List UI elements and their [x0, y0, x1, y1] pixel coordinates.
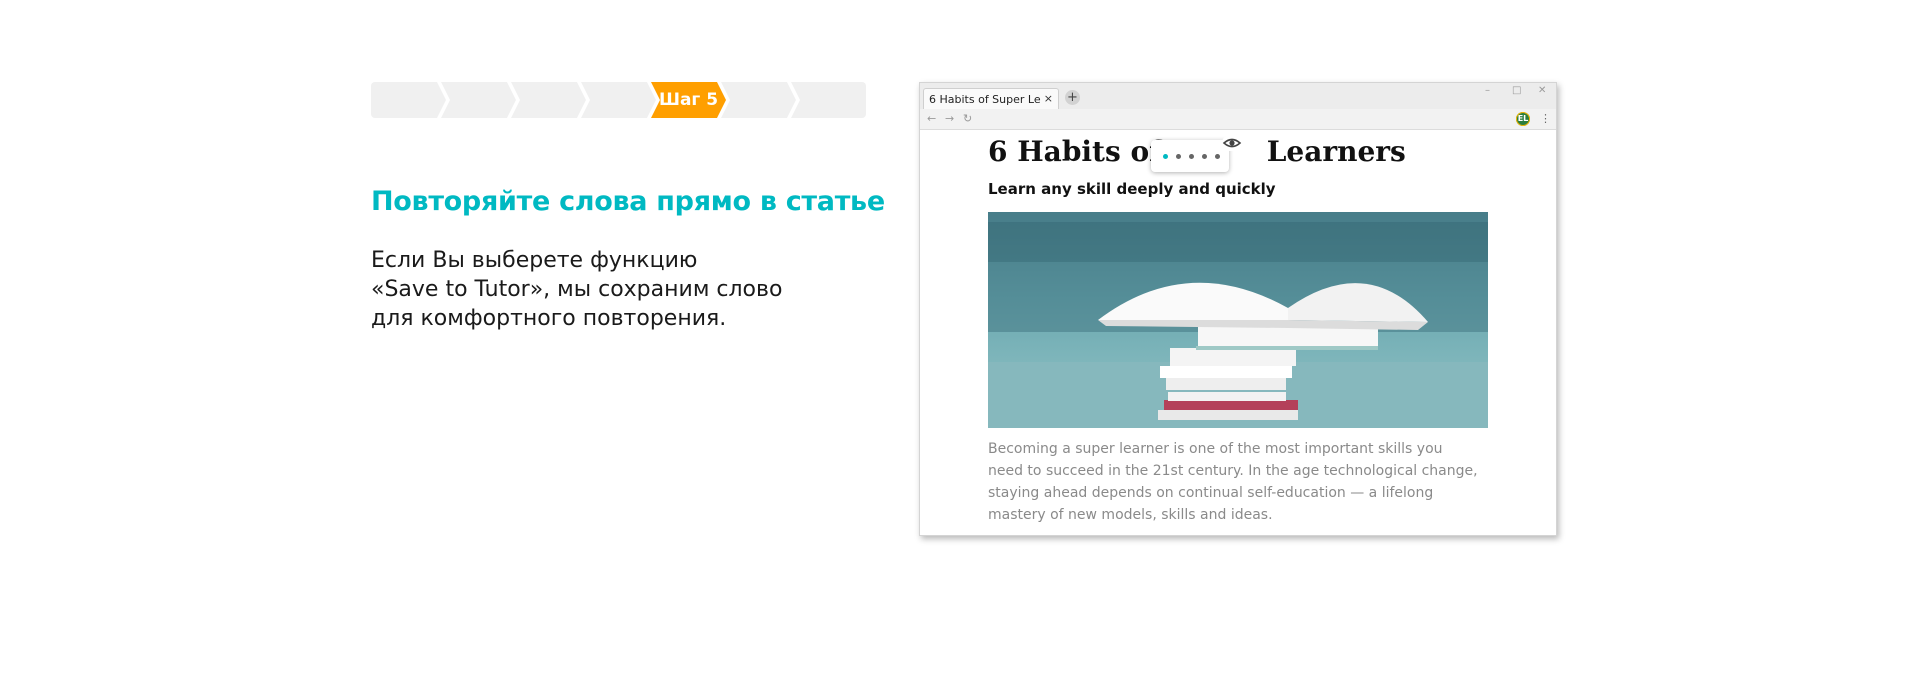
browser-toolbar: ← → ↻ EL ⋮: [920, 109, 1556, 130]
feature-description: Если Вы выберете функцию «Save to Tutor»…: [371, 246, 831, 333]
article-body-line: Becoming a super learner is one of the m…: [988, 441, 1443, 457]
article-body: Becoming a super learner is one of the m…: [988, 438, 1488, 526]
progress-dot: [1176, 154, 1181, 159]
step-6: [721, 82, 796, 118]
step-2: [441, 82, 516, 118]
progress-dot: [1189, 154, 1194, 159]
eye-icon[interactable]: [1222, 135, 1242, 151]
article-title-part: Learners: [1266, 135, 1406, 168]
close-window-icon[interactable]: ✕: [1538, 85, 1546, 96]
tab-title: 6 Habits of Super Lea: [929, 93, 1041, 106]
maximize-icon[interactable]: □: [1512, 85, 1521, 96]
step-7: [791, 82, 866, 118]
step-5-active: Шаг 5: [651, 82, 726, 118]
feature-headline: Повторяйте слова прямо в статье: [371, 186, 885, 217]
forward-arrow-icon[interactable]: →: [945, 112, 954, 125]
browser-tab[interactable]: 6 Habits of Super Lea ×: [923, 88, 1059, 109]
article-body-line: staying ahead depends on continual self-…: [988, 485, 1434, 501]
minimize-icon[interactable]: –: [1485, 85, 1490, 96]
step-progress-bar: Шаг 5: [371, 82, 866, 118]
browser-menu-icon[interactable]: ⋮: [1540, 112, 1551, 125]
progress-dot: [1215, 154, 1220, 159]
article-body-line: need to succeed in the 21st century. In …: [988, 463, 1478, 479]
article-subtitle: Learn any skill deeply and quickly: [988, 180, 1276, 198]
step-1: [371, 82, 446, 118]
close-tab-icon[interactable]: ×: [1044, 92, 1053, 105]
extension-icon[interactable]: EL: [1516, 112, 1530, 126]
step-4: [581, 82, 656, 118]
books-photo: [988, 212, 1488, 428]
books-illustration: [988, 212, 1488, 428]
article-body-line: mastery of new models, skills and ideas.: [988, 507, 1273, 523]
reload-icon[interactable]: ↻: [963, 112, 972, 125]
description-line: для комфортного повторения.: [371, 306, 727, 331]
article-title-part: 6 Habits of: [988, 135, 1162, 168]
description-line: Если Вы выберете функцию: [371, 248, 698, 273]
back-arrow-icon[interactable]: ←: [927, 112, 936, 125]
article: 6 Habits of Learners Learn any skill dee…: [988, 135, 1488, 526]
new-tab-button[interactable]: +: [1065, 90, 1080, 105]
description-line: «Save to Tutor», мы сохраним слово: [371, 277, 783, 302]
word-review-popup[interactable]: [1151, 140, 1229, 172]
progress-dot: [1202, 154, 1207, 159]
step-3: [511, 82, 586, 118]
progress-dot: [1163, 154, 1168, 159]
browser-tab-bar: 6 Habits of Super Lea × + – □ ✕: [920, 83, 1556, 109]
